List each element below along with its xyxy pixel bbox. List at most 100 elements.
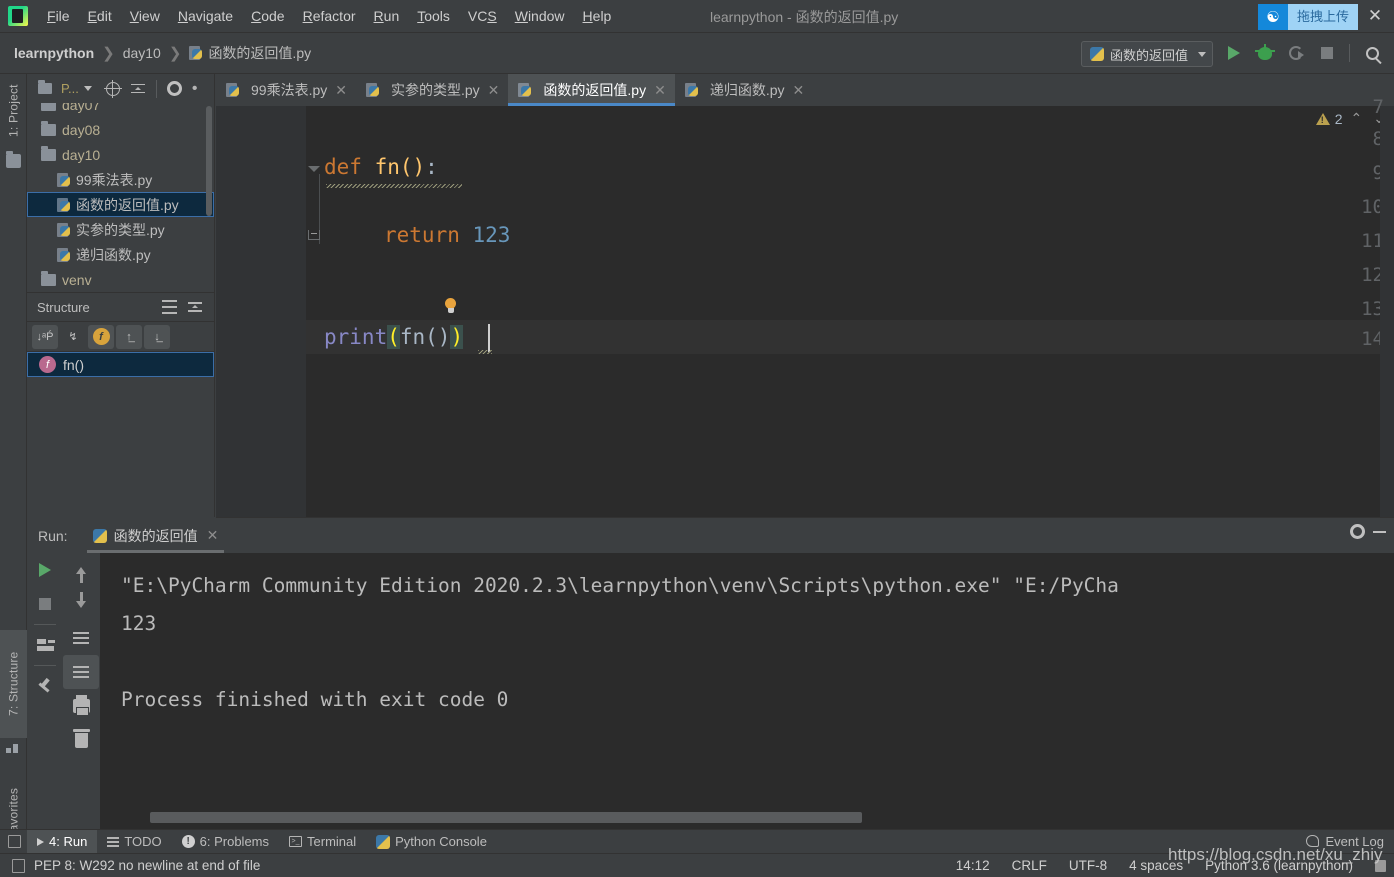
close-icon[interactable]: ✕ (335, 82, 347, 99)
tree-item-recursion[interactable]: 递归函数.py (27, 242, 214, 267)
stop-button[interactable] (1313, 39, 1341, 67)
number-literal: 123 (472, 223, 511, 247)
upload-widget[interactable]: ☯ 拖拽上传 (1257, 4, 1358, 30)
editor-gutter[interactable] (216, 106, 306, 517)
line-separator[interactable]: CRLF (1012, 858, 1047, 873)
tree-item-label: 递归函数.py (76, 246, 151, 263)
menu-vcs[interactable]: VCS (459, 5, 506, 27)
scroll-down-button[interactable] (63, 587, 99, 621)
bottom-tab-run[interactable]: 4: Run (27, 829, 98, 854)
window-close-icon[interactable]: ✕ (1362, 4, 1388, 28)
show-fields-button[interactable]: f (88, 324, 114, 349)
tab-recursion[interactable]: 递归函数.py ✕ (675, 74, 813, 106)
menu-window[interactable]: Window (506, 5, 574, 27)
print-button[interactable] (63, 689, 99, 723)
sidebar-item-structure[interactable]: 7: Structure (0, 630, 27, 738)
sort-alphabetically-button[interactable]: ↓ᵃṔ (32, 324, 58, 349)
collapse-all-button[interactable] (182, 295, 208, 319)
close-icon[interactable]: ✕ (488, 82, 500, 99)
caret-position[interactable]: 14:12 (956, 858, 990, 873)
clear-all-button[interactable] (63, 723, 99, 757)
project-tree-scrollbar[interactable] (206, 106, 212, 216)
run-configuration-selector[interactable]: 函数的返回值 (1080, 41, 1213, 67)
locate-target-button[interactable] (101, 77, 125, 101)
file-encoding[interactable]: UTF-8 (1069, 858, 1107, 873)
breadcrumb-file[interactable]: 函数的返回值.py (208, 43, 311, 63)
sidebar-item-project[interactable]: 1: Project (0, 74, 27, 148)
search-button[interactable] (1358, 39, 1386, 67)
show-inherited-button[interactable]: ↯ (60, 325, 86, 349)
run-console-output[interactable]: "E:\PyCharm Community Edition 2020.2.3\l… (100, 553, 1394, 829)
menu-tools[interactable]: Tools (408, 5, 459, 27)
code-editor[interactable]: 7 8 9 10 11 12 13 14 def fn(): return 12… (216, 96, 1394, 517)
menu-view[interactable]: View (121, 5, 169, 27)
menu-run[interactable]: Run (365, 5, 409, 27)
pin-tab-button[interactable] (27, 669, 63, 703)
menu-code[interactable]: Code (242, 5, 293, 27)
console-line: 123 (121, 612, 157, 635)
more-options-icon[interactable]: • (192, 80, 198, 98)
fold-region-end-icon[interactable] (308, 230, 320, 240)
project-settings-button[interactable] (163, 77, 187, 101)
menu-navigate[interactable]: Navigate (169, 5, 242, 27)
hide-panel-icon[interactable] (1373, 530, 1386, 533)
tree-item-day07[interactable]: day07 (27, 103, 214, 117)
bottom-tab-todo[interactable]: TODO (97, 830, 171, 854)
editor-scrollbar[interactable] (1380, 106, 1394, 517)
menu-help[interactable]: Help (574, 5, 621, 27)
close-icon[interactable]: ✕ (207, 527, 219, 544)
tree-item-arg-types[interactable]: 实参的类型.py (27, 217, 214, 242)
upload-label[interactable]: 拖拽上传 (1287, 4, 1358, 30)
structure-item-fn[interactable]: f fn() (27, 352, 214, 377)
project-scope-label[interactable]: P... (61, 81, 79, 96)
stop-button[interactable] (27, 587, 63, 621)
tab-arg-types[interactable]: 实参的类型.py ✕ (356, 74, 508, 106)
layout-button[interactable] (27, 628, 63, 662)
scroll-to-end-button[interactable] (63, 655, 99, 689)
menu-file[interactable]: File (38, 5, 79, 27)
read-only-lock-icon[interactable] (1375, 859, 1386, 872)
problems-icon: ! (181, 835, 195, 848)
scroll-from-source-button[interactable]: ↑̲ (116, 324, 142, 349)
toggle-tool-windows-icon[interactable] (8, 835, 21, 848)
chevron-down-icon[interactable] (83, 86, 92, 91)
tab-return-value[interactable]: 函数的返回值.py ✕ (508, 74, 676, 106)
fold-region-icon[interactable] (308, 166, 320, 172)
close-icon[interactable]: ✕ (654, 82, 666, 99)
tree-item-day10[interactable]: day10 (27, 142, 214, 167)
tree-item-venv[interactable]: venv (27, 267, 214, 292)
console-horizontal-scrollbar[interactable] (150, 812, 862, 823)
tree-item-99mult[interactable]: 99乘法表.py (27, 167, 214, 192)
breadcrumb-folder[interactable]: day10 (123, 45, 161, 61)
run-session-tab[interactable]: 函数的返回值 ✕ (86, 518, 225, 553)
lightbulb-icon[interactable] (444, 298, 457, 315)
tab-99mult[interactable]: 99乘法表.py ✕ (216, 74, 356, 106)
debug-button[interactable] (1251, 39, 1279, 67)
indent-setting[interactable]: 4 spaces (1129, 858, 1183, 873)
scroll-to-source-button[interactable]: ↓̲ (144, 324, 170, 349)
run-button[interactable] (1220, 39, 1248, 67)
bottom-tab-problems[interactable]: ! 6: Problems (172, 830, 279, 854)
bottom-tab-python-console[interactable]: Python Console (366, 830, 497, 854)
navigation-bar: learnpython ❯ day10 ❯ 函数的返回值.py 函数的返回值 (0, 33, 1394, 74)
python-interpreter[interactable]: Python 3.6 (learnpython) (1205, 858, 1353, 873)
inspection-status[interactable]: 2 ⌃ ⌄ (1315, 110, 1388, 127)
soft-wrap-button[interactable] (63, 621, 99, 655)
event-log-button[interactable]: Event Log (1306, 829, 1384, 853)
rerun-button[interactable] (27, 553, 63, 587)
settings-gear-icon[interactable] (1350, 524, 1365, 539)
expand-all-button[interactable] (156, 295, 182, 319)
tree-item-return-value[interactable]: 函数的返回值.py (27, 192, 214, 217)
collapse-all-button[interactable] (126, 77, 150, 101)
chevron-up-icon[interactable]: ⌃ (1348, 110, 1366, 127)
coverage-button[interactable] (1282, 39, 1310, 67)
breadcrumb-project[interactable]: learnpython (14, 45, 94, 61)
scroll-up-button[interactable] (63, 553, 99, 587)
close-icon[interactable]: ✕ (793, 82, 805, 99)
tree-item-day08[interactable]: day08 (27, 117, 214, 142)
menu-edit[interactable]: Edit (79, 5, 121, 27)
project-scope-button[interactable] (33, 77, 57, 101)
menu-refactor[interactable]: Refactor (294, 5, 365, 27)
run-panel-header: Run: 函数的返回值 ✕ (27, 518, 1394, 553)
bottom-tab-terminal[interactable]: >_ Terminal (279, 830, 366, 854)
